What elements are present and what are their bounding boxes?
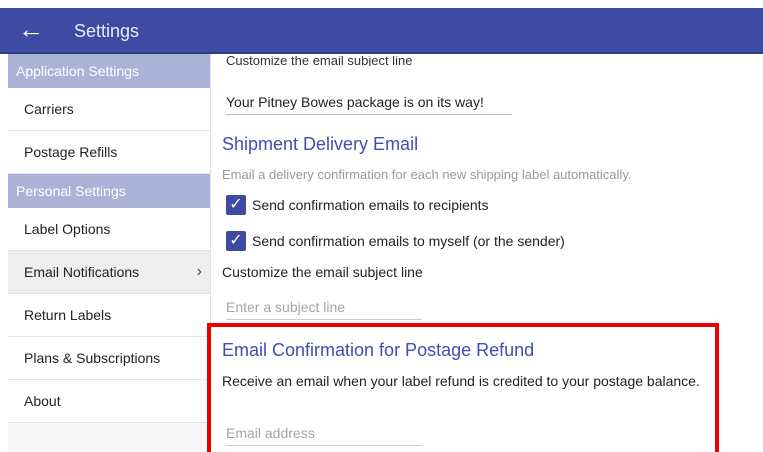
chevron-right-icon: › — [196, 263, 202, 280]
sidebar-item-label-options[interactable]: Label Options — [8, 208, 210, 251]
sidebar-item-about[interactable]: About — [8, 380, 210, 423]
sidebar-item-email-notifications[interactable]: Email Notifications › — [8, 251, 210, 294]
page-title: Settings — [74, 21, 140, 41]
sidebar-header-personal: Personal Settings — [8, 174, 210, 208]
sidebar-item-label: Carriers — [24, 101, 74, 117]
sidebar-item-label: About — [24, 393, 61, 409]
sidebar-item-return-labels[interactable]: Return Labels — [8, 294, 210, 337]
section-title-shipment-delivery: Shipment Delivery Email — [222, 134, 419, 154]
checkbox-checked-icon[interactable]: ✓ — [226, 195, 246, 215]
sidebar-item-postage-refills[interactable]: Postage Refills — [8, 131, 210, 174]
sidebar-item-label: Plans & Subscriptions — [24, 350, 161, 366]
checkbox-label: Send confirmation emails to myself (or t… — [252, 233, 565, 249]
app-bar: ← Settings — [0, 8, 763, 54]
checkbox-recipients[interactable]: ✓ Send confirmation emails to recipients — [226, 194, 489, 216]
checkbox-checked-icon[interactable]: ✓ — [226, 231, 246, 251]
checkbox-label: Send confirmation emails to recipients — [252, 197, 489, 213]
subject-input-filled[interactable]: Your Pitney Bowes package is on its way! — [226, 94, 512, 115]
subject-line-label: Customize the email subject line — [222, 264, 423, 280]
sidebar-item-plans-subscriptions[interactable]: Plans & Subscriptions — [8, 337, 210, 380]
email-address-input[interactable] — [226, 425, 422, 446]
section-title-postage-refund: Email Confirmation for Postage Refund — [222, 340, 535, 360]
settings-content: Customize the email subject line Your Pi… — [222, 54, 752, 452]
sidebar: Application Settings Carriers Postage Re… — [8, 54, 211, 452]
left-edge — [0, 54, 8, 452]
subject-label-partial: Customize the email subject line — [226, 56, 413, 66]
sidebar-item-label: Label Options — [24, 221, 111, 237]
checkbox-myself[interactable]: ✓ Send confirmation emails to myself (or… — [226, 230, 565, 252]
sidebar-item-label: Email Notifications — [24, 264, 140, 280]
sidebar-header-application: Application Settings — [8, 54, 210, 88]
sidebar-item-carriers[interactable]: Carriers — [8, 88, 210, 131]
subject-line-input[interactable] — [226, 299, 422, 320]
section-description-shipment: Email a delivery confirmation for each n… — [222, 167, 632, 182]
sidebar-item-label: Return Labels — [24, 307, 112, 323]
section-description-refund: Receive an email when your label refund … — [222, 373, 700, 389]
back-arrow-icon[interactable]: ← — [18, 16, 46, 44]
sidebar-item-label: Postage Refills — [24, 144, 118, 160]
